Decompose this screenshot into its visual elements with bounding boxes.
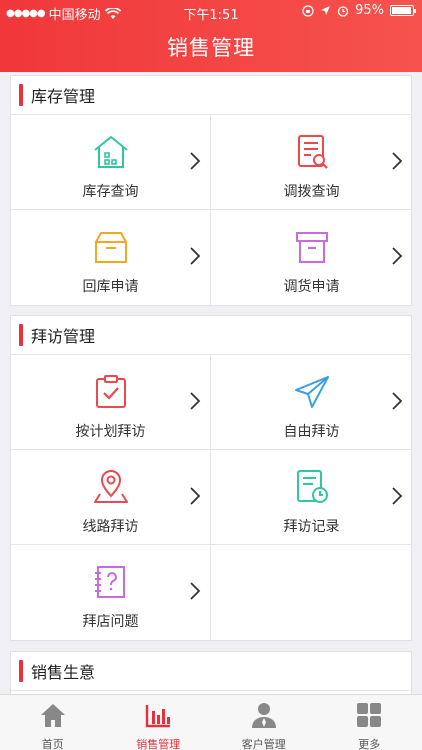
page-title: 销售管理 bbox=[167, 36, 255, 60]
section-accent-bar bbox=[19, 324, 23, 346]
menu-item-label: 按计划拜访 bbox=[75, 424, 146, 440]
chevron-right-icon bbox=[392, 247, 403, 265]
archive-icon bbox=[295, 232, 328, 263]
menu-item-free-visit[interactable]: 自由拜访 bbox=[211, 355, 412, 450]
tab-customers[interactable]: 客户管理 bbox=[211, 695, 317, 750]
menu-item-transfer-query[interactable]: 调拨查询 bbox=[211, 115, 412, 210]
status-bar: ●●●●● 中国移动 下午1:51 95% bbox=[0, 0, 422, 23]
section-visit: 拜访管理 按计划拜访 自由拜访 线路拜访 拜访记录 拜店问题 bbox=[10, 315, 412, 641]
chevron-right-icon bbox=[392, 152, 403, 170]
question-doc-icon bbox=[94, 566, 125, 598]
battery-icon bbox=[390, 5, 416, 16]
empty-cell bbox=[211, 545, 412, 640]
section-header: 销售生意 bbox=[11, 652, 411, 691]
section-accent-bar bbox=[19, 660, 23, 682]
tab-sales[interactable]: 销售管理 bbox=[106, 695, 212, 750]
grid-icon bbox=[357, 703, 382, 727]
battery-fill bbox=[392, 7, 411, 14]
clipboard-check-icon bbox=[95, 375, 126, 408]
menu-item-store-issues[interactable]: 拜店问题 bbox=[11, 545, 211, 640]
section-title: 库存管理 bbox=[31, 87, 96, 106]
section-header: 拜访管理 bbox=[11, 316, 411, 355]
section-accent-bar bbox=[19, 84, 23, 106]
menu-item-label: 拜店问题 bbox=[82, 614, 139, 630]
section-header: 库存管理 bbox=[11, 76, 411, 115]
location-icon bbox=[321, 6, 331, 15]
tab-more[interactable]: 更多 bbox=[317, 695, 422, 750]
menu-item-label: 拜访记录 bbox=[283, 519, 340, 535]
alarm-icon bbox=[337, 5, 349, 17]
menu-item-label: 调货申请 bbox=[283, 279, 340, 295]
menu-item-label: 调拨查询 bbox=[283, 184, 340, 200]
menu-item-planned-visit[interactable]: 按计划拜访 bbox=[11, 355, 211, 450]
paper-plane-icon bbox=[294, 376, 329, 408]
chevron-right-icon bbox=[190, 582, 201, 600]
section-inventory: 库存管理 库存查询 调拨查询 回库申请 调货申请 bbox=[10, 75, 412, 306]
section-sales: 销售生意 bbox=[10, 651, 412, 694]
record-clock-icon bbox=[296, 470, 328, 503]
menu-item-label: 自由拜访 bbox=[283, 424, 340, 440]
chevron-right-icon bbox=[392, 487, 403, 505]
menu-item-label: 库存查询 bbox=[82, 184, 139, 200]
home-icon bbox=[40, 704, 65, 727]
section-title: 拜访管理 bbox=[31, 327, 96, 346]
menu-item-route-visit[interactable]: 线路拜访 bbox=[11, 450, 211, 545]
document-search-icon bbox=[297, 135, 328, 169]
header: ●●●●● 中国移动 下午1:51 95% 销售管理 bbox=[0, 0, 422, 72]
chevron-right-icon bbox=[392, 392, 403, 410]
menu-item-visit-records[interactable]: 拜访记录 bbox=[211, 450, 412, 545]
chevron-right-icon bbox=[190, 487, 201, 505]
battery-percent: 95% bbox=[355, 3, 384, 18]
menu-item-return-request[interactable]: 回库申请 bbox=[11, 210, 211, 305]
tab-label: 销售管理 bbox=[136, 738, 181, 750]
tab-bar: 首页 销售管理 客户管理 更多 bbox=[0, 694, 422, 750]
orientation-lock-icon bbox=[302, 4, 314, 17]
tab-label: 首页 bbox=[41, 738, 64, 750]
chevron-right-icon bbox=[190, 152, 201, 170]
tab-label: 客户管理 bbox=[241, 738, 286, 750]
map-pin-icon bbox=[93, 470, 128, 503]
bar-chart-icon bbox=[146, 705, 171, 728]
menu-item-inventory-query[interactable]: 库存查询 bbox=[11, 115, 211, 210]
chevron-right-icon bbox=[190, 247, 201, 265]
tab-label: 更多 bbox=[358, 738, 381, 750]
tab-home[interactable]: 首页 bbox=[0, 695, 106, 750]
main-content: 库存管理 库存查询 调拨查询 回库申请 调货申请 拜访管理 按计划拜访 自由拜访… bbox=[0, 72, 422, 694]
menu-item-reallocation-request[interactable]: 调货申请 bbox=[211, 210, 412, 305]
chevron-right-icon bbox=[190, 392, 201, 410]
person-icon bbox=[251, 703, 276, 728]
menu-item-label: 回库申请 bbox=[82, 279, 139, 295]
warehouse-icon bbox=[93, 136, 128, 168]
menu-item-label: 线路拜访 bbox=[82, 519, 139, 535]
section-title: 销售生意 bbox=[31, 663, 96, 682]
box-icon bbox=[94, 232, 127, 263]
